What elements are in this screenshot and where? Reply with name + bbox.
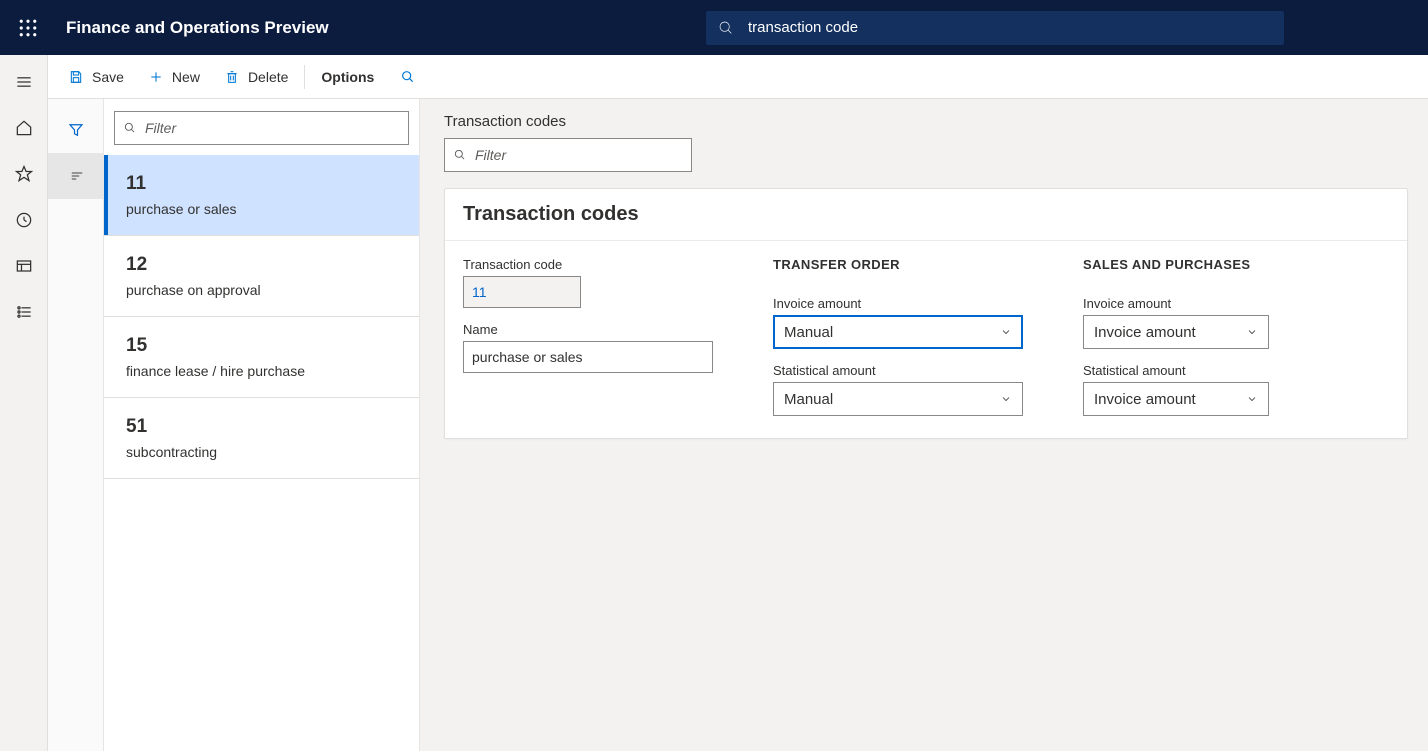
save-label: Save [92, 69, 124, 85]
sales-purchases-column: SALES AND PURCHASES Invoice amount Invoi… [1083, 257, 1269, 416]
list-item-desc: purchase on approval [126, 282, 403, 298]
transfer-statistical-select[interactable]: Manual [773, 382, 1023, 416]
detail-card: Transaction codes Transaction code Name [444, 188, 1408, 439]
nav-recent-icon[interactable] [0, 197, 48, 243]
save-button[interactable]: Save [56, 55, 136, 99]
app-launcher-icon[interactable] [4, 0, 52, 55]
list-item[interactable]: 12 purchase on approval [104, 236, 419, 317]
transfer-invoice-label: Invoice amount [773, 296, 1023, 311]
chevron-down-icon [1246, 393, 1258, 405]
options-label: Options [321, 69, 374, 85]
global-search[interactable] [706, 11, 1284, 45]
transaction-code-label: Transaction code [463, 257, 713, 272]
name-label: Name [463, 322, 713, 337]
save-icon [68, 69, 84, 85]
delete-label: Delete [248, 69, 288, 85]
list-item-desc: purchase or sales [126, 201, 403, 217]
list-item-code: 15 [126, 335, 403, 357]
list-item[interactable]: 15 finance lease / hire purchase [104, 317, 419, 398]
page-title: Transaction codes [444, 113, 1408, 130]
new-button[interactable]: New [136, 55, 212, 99]
sales-statistical-select[interactable]: Invoice amount [1083, 382, 1269, 416]
nav-rail [0, 55, 48, 751]
transfer-order-column: TRANSFER ORDER Invoice amount Manual [773, 257, 1023, 416]
action-search-icon[interactable] [386, 55, 430, 99]
search-icon [123, 121, 137, 135]
chevron-down-icon [1246, 326, 1258, 338]
search-icon [453, 148, 467, 162]
transfer-statistical-label: Statistical amount [773, 363, 1023, 378]
global-header: Finance and Operations Preview [0, 0, 1428, 55]
chevron-down-icon [1000, 326, 1012, 338]
sales-invoice-value: Invoice amount [1094, 324, 1196, 341]
plus-icon [148, 69, 164, 85]
transfer-order-heading: TRANSFER ORDER [773, 257, 1023, 272]
list-item-code: 51 [126, 416, 403, 438]
nav-star-icon[interactable] [0, 151, 48, 197]
list-item[interactable]: 51 subcontracting [104, 398, 419, 479]
record-list: 11 purchase or sales 12 purchase on appr… [104, 155, 419, 751]
list-item-desc: subcontracting [126, 444, 403, 460]
action-bar: Save New Delete Options [48, 55, 1428, 99]
sales-invoice-select[interactable]: Invoice amount [1083, 315, 1269, 349]
detail-filter-field[interactable] [475, 147, 683, 163]
new-label: New [172, 69, 200, 85]
list-item[interactable]: 11 purchase or sales [104, 155, 419, 236]
options-button[interactable]: Options [309, 55, 386, 99]
delete-button[interactable]: Delete [212, 55, 300, 99]
action-divider [304, 65, 305, 89]
list-filter-field[interactable] [145, 120, 400, 136]
card-title: Transaction codes [445, 189, 1407, 241]
nav-modules-icon[interactable] [0, 289, 48, 335]
search-icon [400, 69, 416, 85]
list-item-code: 11 [126, 173, 403, 195]
nav-home-icon[interactable] [0, 105, 48, 151]
nav-workspaces-icon[interactable] [0, 243, 48, 289]
list-filter-rail [48, 99, 104, 751]
sales-statistical-label: Statistical amount [1083, 363, 1269, 378]
list-item-desc: finance lease / hire purchase [126, 363, 403, 379]
search-icon [718, 20, 734, 36]
trash-icon [224, 69, 240, 85]
general-column: Transaction code Name [463, 257, 713, 416]
record-list-panel: 11 purchase or sales 12 purchase on appr… [104, 99, 420, 751]
transfer-invoice-select[interactable]: Manual [773, 315, 1023, 349]
filter-funnel-icon[interactable] [48, 107, 104, 153]
chevron-down-icon [1000, 393, 1012, 405]
detail-filter-input[interactable] [444, 138, 692, 172]
filter-list-icon[interactable] [48, 153, 104, 199]
name-field[interactable] [463, 341, 713, 373]
list-item-code: 12 [126, 254, 403, 276]
global-search-input[interactable] [748, 19, 1272, 36]
sales-statistical-value: Invoice amount [1094, 391, 1196, 408]
transfer-invoice-value: Manual [784, 324, 833, 341]
list-filter-input[interactable] [114, 111, 409, 145]
sales-purchases-heading: SALES AND PURCHASES [1083, 257, 1269, 272]
transaction-code-field[interactable] [463, 276, 581, 308]
app-title: Finance and Operations Preview [66, 18, 329, 38]
detail-panel: Transaction codes Transaction codes [420, 99, 1428, 751]
transfer-statistical-value: Manual [784, 391, 833, 408]
nav-hamburger-icon[interactable] [0, 59, 48, 105]
sales-invoice-label: Invoice amount [1083, 296, 1269, 311]
